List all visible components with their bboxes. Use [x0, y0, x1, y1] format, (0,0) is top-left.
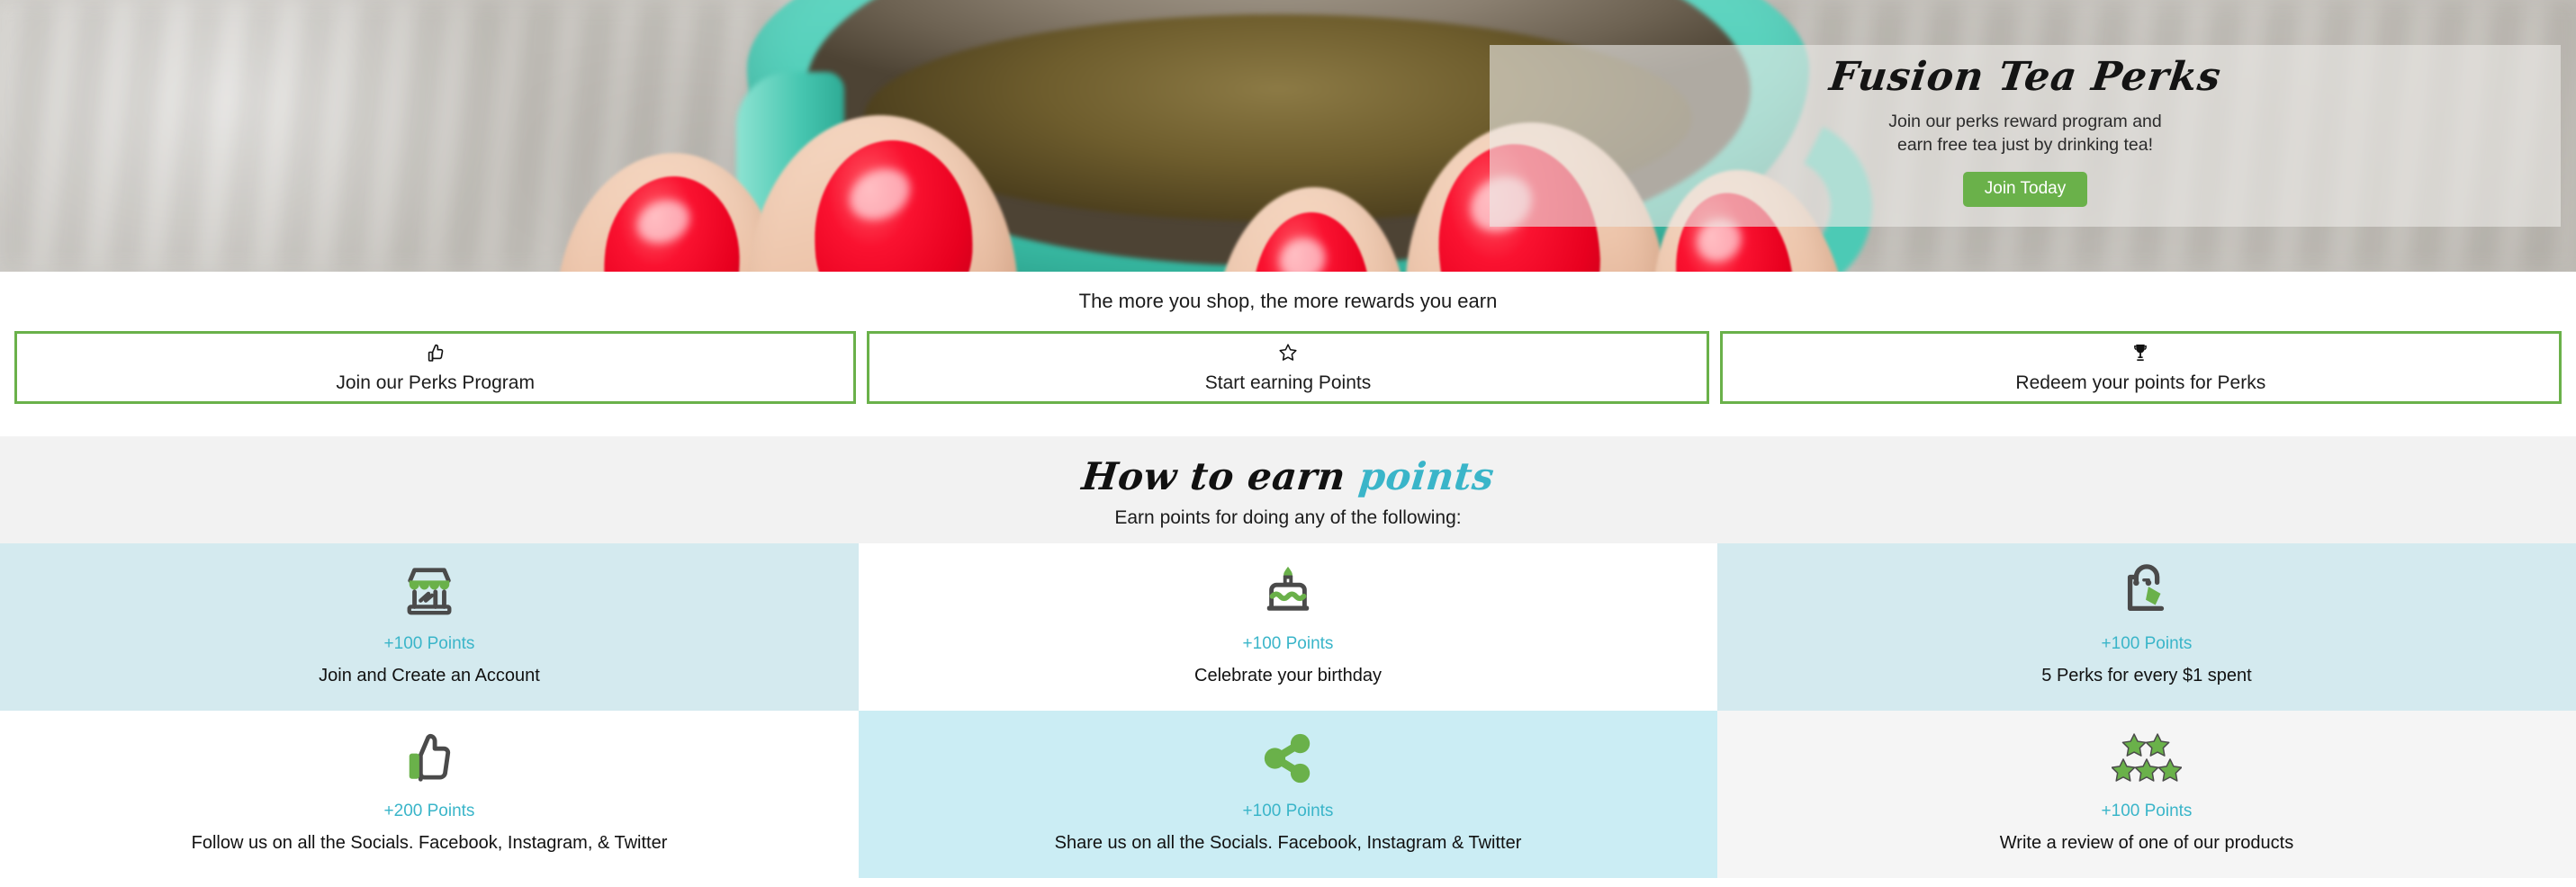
tagline-text: The more you shop, the more rewards you …	[1078, 290, 1498, 312]
how-to-earn-title-accent: points	[1356, 454, 1497, 498]
earn-tile-spend[interactable]: +100 Points 5 Perks for every $1 spent	[1717, 543, 2576, 712]
perks-step-card-earn[interactable]: Start earning Points	[867, 331, 1709, 404]
perks-steps-band: Join our Perks Program Start earning Poi…	[0, 313, 2576, 436]
tile-points: +100 Points	[2101, 802, 2193, 821]
hero-subtitle: Join our perks reward program and earn f…	[1888, 111, 2161, 157]
how-to-earn-title: How to earn points	[0, 454, 2576, 498]
hero-promo-panel: Fusion Tea Perks Join our perks reward p…	[1490, 45, 2561, 227]
tile-points: +100 Points	[1242, 802, 1334, 821]
tile-points: +200 Points	[383, 802, 475, 821]
join-today-button[interactable]: Join Today	[1962, 171, 2088, 207]
perks-step-label: Redeem your points for Perks	[2015, 372, 2266, 393]
five-stars-icon	[2112, 723, 2182, 793]
earn-tile-birthday[interactable]: +100 Points Celebrate your birthday	[859, 543, 1717, 712]
perks-step-label: Join our Perks Program	[336, 372, 535, 393]
share-nodes-icon	[1260, 723, 1316, 793]
how-to-earn-section: How to earn points Earn points for doing…	[0, 436, 2576, 879]
earn-tile-review[interactable]: +100 Points Write a review of one of our…	[1717, 711, 2576, 879]
tile-description: Follow us on all the Socials. Facebook, …	[191, 833, 668, 854]
earn-points-grid: +100 Points Join and Create an Account +…	[0, 543, 2576, 879]
perks-step-label: Start earning Points	[1204, 372, 1372, 393]
tile-description: Join and Create an Account	[319, 666, 540, 686]
tile-description: Celebrate your birthday	[1194, 666, 1382, 686]
how-to-earn-subtitle: Earn points for doing any of the followi…	[1114, 507, 1462, 529]
star-icon	[1277, 342, 1299, 368]
earn-tile-share[interactable]: +100 Points Share us on all the Socials.…	[859, 711, 1717, 879]
hero-title: Fusion Tea Perks	[1826, 54, 2224, 100]
perks-step-card-redeem[interactable]: Redeem your points for Perks	[1719, 331, 2562, 404]
tile-points: +100 Points	[383, 634, 475, 654]
perks-steps-row: Join our Perks Program Start earning Poi…	[14, 331, 2562, 404]
thumbs-up-icon	[401, 723, 457, 793]
hero-banner: Fusion Tea Perks Join our perks reward p…	[0, 0, 2576, 272]
trophy-icon	[2130, 342, 2151, 368]
thumbs-up-icon	[425, 342, 446, 368]
birthday-cake-icon	[1260, 556, 1316, 626]
tile-description: Share us on all the Socials. Facebook, I…	[1054, 833, 1522, 854]
tile-points: +100 Points	[1242, 634, 1334, 654]
earn-tile-create-account[interactable]: +100 Points Join and Create an Account	[0, 543, 859, 712]
earn-tile-follow[interactable]: +200 Points Follow us on all the Socials…	[0, 711, 859, 879]
perks-step-card-join[interactable]: Join our Perks Program	[14, 331, 857, 404]
storefront-icon	[401, 556, 457, 626]
shopping-bag-icon	[2119, 556, 2175, 626]
tile-points: +100 Points	[2101, 634, 2193, 654]
tile-description: Write a review of one of our products	[1999, 833, 2294, 854]
how-to-earn-title-main: How to earn	[1079, 454, 1362, 498]
tile-description: 5 Perks for every $1 spent	[2041, 666, 2252, 686]
tagline-band: The more you shop, the more rewards you …	[0, 272, 2576, 313]
hero-subtitle-line-2: earn free tea just by drinking tea!	[1896, 134, 2153, 155]
hero-subtitle-line-1: Join our perks reward program and	[1888, 112, 2162, 131]
